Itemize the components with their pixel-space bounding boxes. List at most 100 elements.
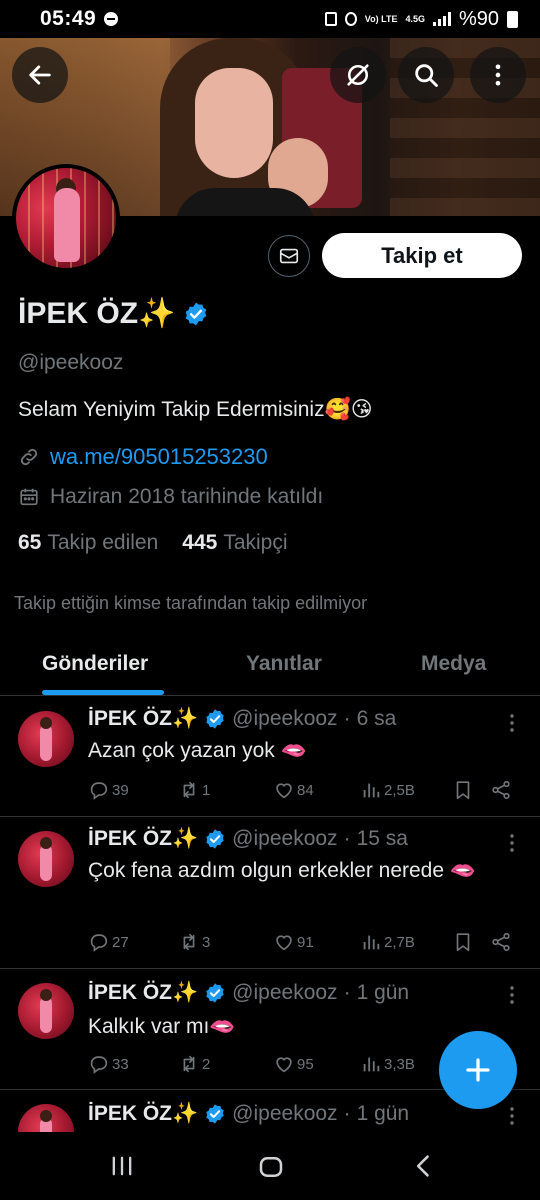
post-author-name[interactable]: İPEK ÖZ✨ [88, 981, 198, 1005]
views-icon [363, 783, 380, 798]
profile-tabs: Gönderiler Yanıtlar Medya [0, 636, 540, 696]
sim-icon [324, 12, 337, 26]
reply-count: 39 [112, 781, 129, 799]
grok-button[interactable] [330, 47, 386, 103]
share-icon [492, 780, 510, 800]
profile-stats: 65 Takip edilen 445 Takipçi [18, 531, 288, 555]
profile-name-row: İPEK ÖZ✨ [18, 296, 209, 331]
battery-percent: %90 [458, 7, 499, 30]
post-author-handle[interactable]: @ipeekooz [232, 1102, 337, 1126]
post-avatar[interactable] [18, 1104, 74, 1132]
back-button[interactable] [12, 47, 68, 103]
post-separator: · [343, 707, 351, 730]
views-button[interactable]: 2,7B [360, 931, 415, 953]
post-header: İPEK ÖZ✨ @ipeekooz · 1 gün [88, 1102, 409, 1126]
bookmark-button[interactable] [452, 931, 474, 953]
status-time: 05:49 [40, 7, 97, 30]
like-count: 91 [297, 933, 314, 951]
like-count: 84 [297, 781, 314, 799]
post-time[interactable]: 15 sa [357, 827, 408, 851]
verified-badge-icon[interactable] [183, 301, 209, 327]
followers-label: Takipçi [223, 531, 288, 554]
reply-icon [90, 1056, 108, 1074]
like-button[interactable]: 95 [273, 1053, 314, 1075]
post-separator: · [343, 1102, 351, 1125]
network-label: 4.5G [405, 13, 425, 24]
post-author-handle[interactable]: @ipeekooz [232, 981, 337, 1005]
repost-button[interactable]: 2 [178, 1053, 210, 1075]
like-button[interactable]: 91 [273, 931, 314, 953]
repost-count: 2 [202, 1055, 211, 1073]
post-avatar[interactable] [18, 711, 74, 767]
reply-button[interactable]: 27 [88, 931, 129, 953]
heart-icon [276, 935, 292, 951]
views-button[interactable]: 3,3B [360, 1053, 415, 1075]
post-actions: 27 3 91 2,7B [88, 931, 528, 957]
views-count: 2,5B [384, 781, 415, 799]
more-button[interactable] [470, 47, 526, 103]
post-avatar[interactable] [18, 831, 74, 887]
post-author-name[interactable]: İPEK ÖZ✨ [88, 1102, 198, 1126]
reply-count: 33 [112, 1055, 129, 1073]
bookmark-button[interactable] [452, 779, 474, 801]
post-time[interactable]: 1 gün [357, 981, 410, 1005]
repost-icon [183, 1055, 195, 1073]
post-author-name[interactable]: İPEK ÖZ✨ [88, 707, 198, 731]
post-more-icon[interactable] [500, 983, 524, 1007]
recent-apps-icon[interactable] [108, 1152, 136, 1180]
home-icon[interactable] [256, 1152, 286, 1182]
post-item[interactable]: İPEK ÖZ✨ @ipeekooz · 6 sa Azan çok yazan… [0, 697, 540, 817]
repost-button[interactable]: 3 [178, 931, 210, 953]
bookmark-icon [456, 933, 470, 952]
profile-joined-row: Haziran 2018 tarihinde katıldı [18, 485, 323, 509]
repost-button[interactable]: 1 [178, 779, 210, 801]
post-author-handle[interactable]: @ipeekooz [232, 707, 337, 731]
post-author-handle[interactable]: @ipeekooz [232, 827, 337, 851]
share-button[interactable] [490, 931, 512, 953]
system-nav-bar [0, 1132, 540, 1200]
bookmark-icon [456, 781, 470, 800]
mail-icon [279, 248, 299, 264]
more-vertical-icon [495, 64, 501, 86]
tab-posts[interactable]: Gönderiler [42, 652, 148, 676]
search-button[interactable] [398, 47, 454, 103]
post-more-icon[interactable] [500, 711, 524, 735]
compose-button[interactable] [439, 1031, 517, 1109]
reply-icon [90, 934, 108, 952]
post-item[interactable]: İPEK ÖZ✨ @ipeekooz · 15 sa Çok fena azdı… [0, 817, 540, 969]
following-label: Takip edilen [47, 531, 159, 554]
following-stat[interactable]: 65 Takip edilen [18, 531, 158, 555]
post-text: Kalkık var mı🫦 [88, 1015, 236, 1038]
post-time[interactable]: 1 gün [357, 1102, 410, 1126]
post-actions: 39 1 84 2,5B [88, 779, 528, 805]
reply-button[interactable]: 39 [88, 779, 129, 801]
post-separator: · [343, 827, 351, 850]
heart-icon [276, 1057, 292, 1073]
followers-stat[interactable]: 445 Takipçi [182, 531, 287, 555]
reply-button[interactable]: 33 [88, 1053, 129, 1075]
profile-link[interactable]: wa.me/905015253230 [50, 444, 268, 470]
profile-bio: Selam Yeniyim Takip Edermisiniz🥰😘 [18, 398, 373, 421]
post-more-icon[interactable] [500, 831, 524, 855]
post-author-name[interactable]: İPEK ÖZ✨ [88, 827, 198, 851]
signal-icon [432, 12, 451, 26]
follow-button[interactable]: Takip et [322, 233, 522, 278]
message-button[interactable] [268, 235, 310, 277]
post-avatar[interactable] [18, 983, 74, 1039]
heart-icon [276, 783, 292, 799]
profile-handle: @ipeekooz [18, 351, 124, 374]
views-button[interactable]: 2,5B [360, 779, 415, 801]
tab-media[interactable]: Medya [421, 652, 486, 676]
status-icons: Vo) LTE 4.5G %90 [324, 7, 518, 31]
share-button[interactable] [490, 779, 512, 801]
verified-badge-icon [206, 829, 224, 849]
tab-replies[interactable]: Yanıtlar [246, 652, 322, 676]
post-time[interactable]: 6 sa [357, 707, 397, 731]
calendar-icon [20, 488, 38, 506]
post-more-icon[interactable] [500, 1104, 524, 1128]
post-text: Çok fena azdım olgun erkekler nerede 🫦 [88, 859, 477, 882]
like-button[interactable]: 84 [273, 779, 314, 801]
post-separator: · [343, 981, 351, 1004]
back-nav-icon[interactable] [410, 1152, 438, 1180]
profile-avatar[interactable] [12, 164, 120, 272]
